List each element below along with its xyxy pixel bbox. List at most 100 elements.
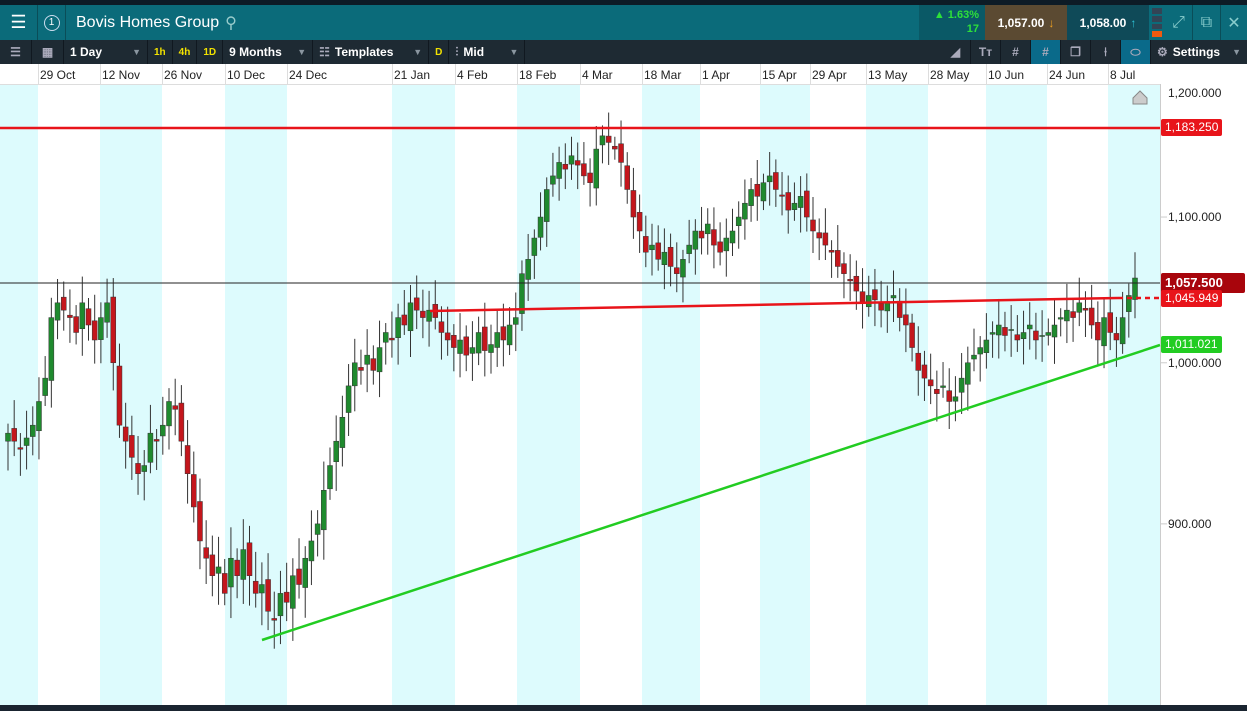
candle-body [612,145,618,150]
candle-body [1095,322,1101,341]
candle-body [333,440,339,462]
candle-body [271,618,278,621]
candle-body [290,575,296,609]
drawing-grid-icon[interactable]: # [1031,40,1061,64]
copy-icon[interactable]: ❐ [1061,40,1091,64]
instrument-title: Bovis Homes Group [76,13,220,31]
chart-canvas[interactable] [0,64,1247,705]
quick-4h[interactable]: 4h [173,40,198,64]
candle-body [73,316,79,333]
candle-body [36,401,42,432]
candle-body [407,302,414,332]
candle-body [401,314,408,326]
candle-body [308,540,315,562]
candle-body [865,295,872,308]
text-size-icon[interactable]: Tт [971,40,1001,64]
candle-body [191,474,197,508]
candle-body [488,344,494,353]
bottom-border [0,705,1247,711]
price-type-select[interactable]: ⫶ Mid ▼ [449,40,526,64]
candle-body [636,212,643,232]
grid-icon[interactable]: # [1001,40,1031,64]
draw-tool-icon[interactable]: ◢ [941,40,971,64]
templates-select[interactable]: ☷ Templates ▼ [313,40,430,64]
candle-body [1008,329,1014,331]
price-label: 1,100.000 [1168,210,1222,225]
time-band [0,84,38,705]
candle-body [711,229,717,246]
layout-icon[interactable]: ▦ [32,40,64,64]
sell-button[interactable]: 1,057.00 ↓ [985,5,1067,40]
candle-body [847,279,853,282]
candle-body [965,362,971,385]
close-icon[interactable]: ✕ [1221,5,1247,40]
time-band [225,84,287,705]
candle-body [395,317,401,338]
candle-body [655,242,661,260]
expand-icon[interactable]: ⤢ [1165,5,1193,40]
date-label: 13 May [868,68,908,82]
candle-body [246,542,253,576]
candle-body [382,332,389,343]
candle-body [835,250,841,267]
quick-1h[interactable]: 1h [148,40,173,64]
price-chart[interactable]: 29 Oct 12 Nov 26 Nov 10 Dec 24 Dec 21 Jan 4 Fe… [0,64,1247,705]
candle-body [624,165,630,190]
title-bar: ☰ 1 Bovis Homes Group ⚲ ▲ 1.63% 17 1,057.0… [0,5,1247,40]
buy-button[interactable]: 1,058.00 ↑ [1067,5,1149,40]
search-icon[interactable]: ⚲ [225,13,237,33]
gear-icon: ⚙ [1157,45,1168,59]
candle-body [1107,312,1113,333]
date-label: 10 Jun [988,68,1025,82]
candle-body [259,584,265,594]
candle-body [581,163,587,177]
candle-body [791,202,798,210]
candle-body [934,389,940,394]
candle-body [364,354,370,365]
date-label: 18 Mar [644,68,682,82]
settings-button[interactable]: ⚙ Settings ▼ [1151,40,1247,64]
candle-body [779,194,785,197]
candle-body [345,385,352,413]
candle-body [463,336,469,356]
candle-body [141,465,147,472]
candle-body [1002,327,1008,336]
candle-body [160,424,166,437]
candle-body [116,365,123,426]
list-icon[interactable]: ☰ [0,40,32,64]
range-select[interactable]: 9 Months ▼ [223,40,314,64]
date-label: 10 Dec [227,68,266,82]
date-label: 29 Oct [40,68,76,82]
candle-body [11,428,17,442]
quick-1d[interactable]: 1D [197,40,224,64]
candle-body [494,332,500,348]
menu-icon[interactable]: ☰ [0,5,38,40]
candle-body [748,189,754,206]
candle-body [828,250,835,253]
candle-body [816,232,822,239]
label-icon[interactable]: ⬭ [1121,40,1151,64]
candle-body [550,175,556,185]
crosshair-candle-icon[interactable]: ⍿ [1091,40,1121,64]
window-number-icon[interactable]: 1 [38,5,66,40]
date-label: 15 Apr [762,68,797,82]
candle-body [1026,324,1033,330]
candle-body [1076,302,1083,313]
candle-body [810,219,816,232]
d-button[interactable]: D [429,40,450,64]
price-label: 1,200.000 [1168,86,1222,100]
candle-body [872,289,878,301]
popout-icon[interactable]: ⧉ [1193,5,1221,40]
candle-body [1119,317,1126,345]
candle-body [742,202,748,220]
candle-body [952,396,959,402]
candle-body [896,300,903,318]
candle-body [252,580,259,594]
candle-body [698,230,705,239]
candle-body [983,339,990,353]
candle-body [513,317,519,325]
candle-body [735,216,742,226]
interval-select[interactable]: 1 Day ▼ [64,40,148,64]
time-band [1108,84,1160,705]
candle-body [5,432,11,442]
